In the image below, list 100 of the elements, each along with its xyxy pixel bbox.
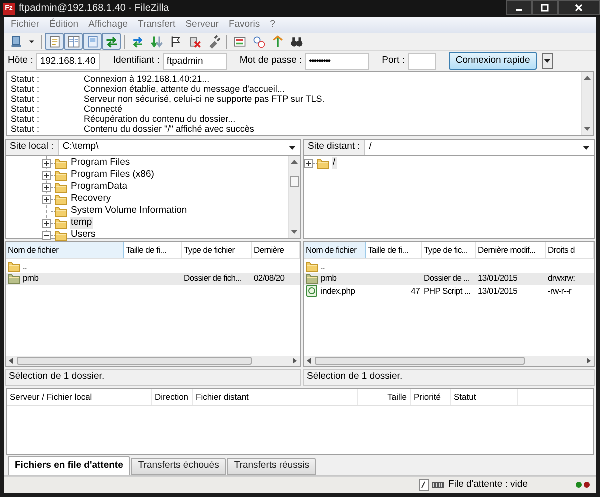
tree-item[interactable]: temp <box>70 217 94 229</box>
tree-item[interactable]: Users <box>70 229 97 241</box>
field-label: Port : <box>382 54 405 68</box>
column-header[interactable]: Type de fic... <box>422 242 476 258</box>
column-header[interactable]: Nom de fichier <box>6 242 124 258</box>
scrollbar-thumb[interactable] <box>290 176 299 187</box>
log-label: Statut : <box>11 104 41 114</box>
down-arrow-icon <box>584 127 591 131</box>
file-row[interactable]: .. <box>6 260 300 272</box>
scrollbar[interactable] <box>6 356 300 366</box>
menu-item[interactable]: ? <box>265 18 280 32</box>
document-icon <box>48 34 62 48</box>
log-message: Connexion établie, attente du message d'accueil... <box>84 84 285 94</box>
filter-indicator-icon <box>418 479 429 491</box>
menu-item[interactable]: Transfert <box>133 18 181 32</box>
log-label: Statut : <box>11 74 41 84</box>
left-arrow-icon <box>307 358 311 364</box>
column-header[interactable]: Taille de fi... <box>124 242 182 258</box>
folder-icon <box>55 170 67 180</box>
compare-icon <box>252 34 266 48</box>
column-header[interactable]: Dernière modif... <box>476 242 546 258</box>
menu-item[interactable]: Fichier <box>6 18 45 32</box>
column-header[interactable]: Fichier distant <box>193 389 358 405</box>
up-arrow-icon <box>584 76 591 80</box>
right-arrow-icon <box>587 358 591 364</box>
folder-icon <box>8 273 20 284</box>
panel-icon <box>66 34 80 48</box>
script-file-icon <box>306 285 318 298</box>
log-message: Serveur non sécurisé, celui-ci ne supporte pas FTP sur TLS. <box>84 94 325 104</box>
down-arrow-icon <box>291 230 298 234</box>
path-field[interactable]: C:\temp\ <box>58 140 300 155</box>
column-header[interactable]: Direction <box>152 389 193 405</box>
selection-status: Sélection de 1 dossier. <box>9 370 105 384</box>
file-row[interactable]: .. <box>304 260 594 272</box>
input-field[interactable]: 192.168.1.40 <box>36 52 100 70</box>
file-row[interactable]: pmb Dossier de fich... 02/08/20 <box>6 272 300 285</box>
tree-item[interactable]: ProgramData <box>70 181 128 193</box>
close-button[interactable] <box>558 0 600 15</box>
folder-icon <box>55 218 67 228</box>
folder-icon <box>55 182 67 192</box>
password-field[interactable]: ••••••••• <box>305 52 370 70</box>
file-name: pmb <box>321 272 337 286</box>
file-row[interactable]: pmb Dossier de ... 13/01/2015 drwxrw: <box>304 272 594 285</box>
tree-item[interactable]: Recovery <box>70 193 112 205</box>
column-header[interactable]: Statut <box>451 389 518 405</box>
field-label: Hôte : <box>8 54 34 68</box>
menu-item[interactable]: Serveur <box>180 18 224 32</box>
file-row[interactable]: index.php 47 PHP Script ... 13/01/2015 -rw-r--r <box>304 285 594 298</box>
cross-icon <box>188 34 202 48</box>
path-field[interactable]: / <box>364 140 594 155</box>
scrollbar-thumb[interactable] <box>17 357 252 365</box>
column-header[interactable]: Taille <box>358 389 411 405</box>
port-field[interactable] <box>408 52 436 70</box>
menu-item[interactable]: Affichage <box>84 18 134 32</box>
scrollbar[interactable] <box>581 72 593 135</box>
minimize-button[interactable] <box>506 0 532 15</box>
tree-item[interactable]: System Volume Information <box>70 205 188 217</box>
panel-icon <box>86 34 100 48</box>
table-cell: 13/01/2015 <box>478 272 518 286</box>
log-label: Statut : <box>11 84 41 94</box>
selection-status: Sélection de 1 dossier. <box>307 370 403 384</box>
scrollbar-thumb[interactable] <box>315 357 525 365</box>
column-header[interactable]: Dernière <box>252 242 300 258</box>
input-field[interactable]: ftpadmin <box>162 52 227 70</box>
binoculars-icon <box>290 34 304 48</box>
tree-item[interactable]: Program Files <box>70 157 132 169</box>
up-arrow-icon <box>291 160 298 164</box>
scrollbar[interactable] <box>288 156 300 238</box>
maximize-button[interactable] <box>532 0 558 15</box>
quickconnect-button[interactable]: Connexion rapide <box>448 52 538 70</box>
column-header[interactable]: Serveur / Fichier local <box>7 389 152 405</box>
file-name: .. <box>23 260 28 273</box>
site-label: Site local : <box>9 140 55 154</box>
table-cell: -rw-r--r <box>548 284 572 298</box>
scrollbar[interactable] <box>304 356 594 366</box>
column-header[interactable]: Droits d <box>546 242 594 258</box>
menu-item[interactable]: Édition <box>44 18 84 32</box>
right-arrow-icon <box>293 358 297 364</box>
column-header[interactable]: Priorité <box>411 389 451 405</box>
log-message: Récupération du contenu du dossier... <box>84 114 236 124</box>
maximize-icon <box>541 4 549 12</box>
log-label: Statut : <box>11 124 41 134</box>
folder-icon <box>55 158 67 168</box>
refresh-icon <box>130 34 144 48</box>
column-header[interactable]: Type de fichier <box>182 242 252 258</box>
queue-tab[interactable]: Transferts réussis <box>227 458 316 475</box>
queue-tab[interactable]: Fichiers en file d'attente <box>8 456 130 475</box>
menu-item[interactable]: Favoris <box>224 18 266 32</box>
log-label: Statut : <box>11 94 41 104</box>
dropdown-button[interactable] <box>542 53 554 69</box>
column-header[interactable]: Nom de fichier <box>304 242 366 258</box>
queue-tab[interactable]: Transferts échoués <box>131 458 226 475</box>
computer-icon <box>10 34 24 48</box>
tree-item[interactable]: Program Files (x86) <box>70 169 156 181</box>
table-cell: 47 <box>411 284 420 298</box>
tree-item[interactable]: / <box>332 157 337 169</box>
column-header[interactable]: Taille de fi... <box>366 242 422 258</box>
site-label: Site distant : <box>307 140 362 154</box>
window-title: ftpadmin@192.168.1.40 - FileZilla <box>19 2 170 16</box>
table-cell: Dossier de fich... <box>184 272 242 286</box>
